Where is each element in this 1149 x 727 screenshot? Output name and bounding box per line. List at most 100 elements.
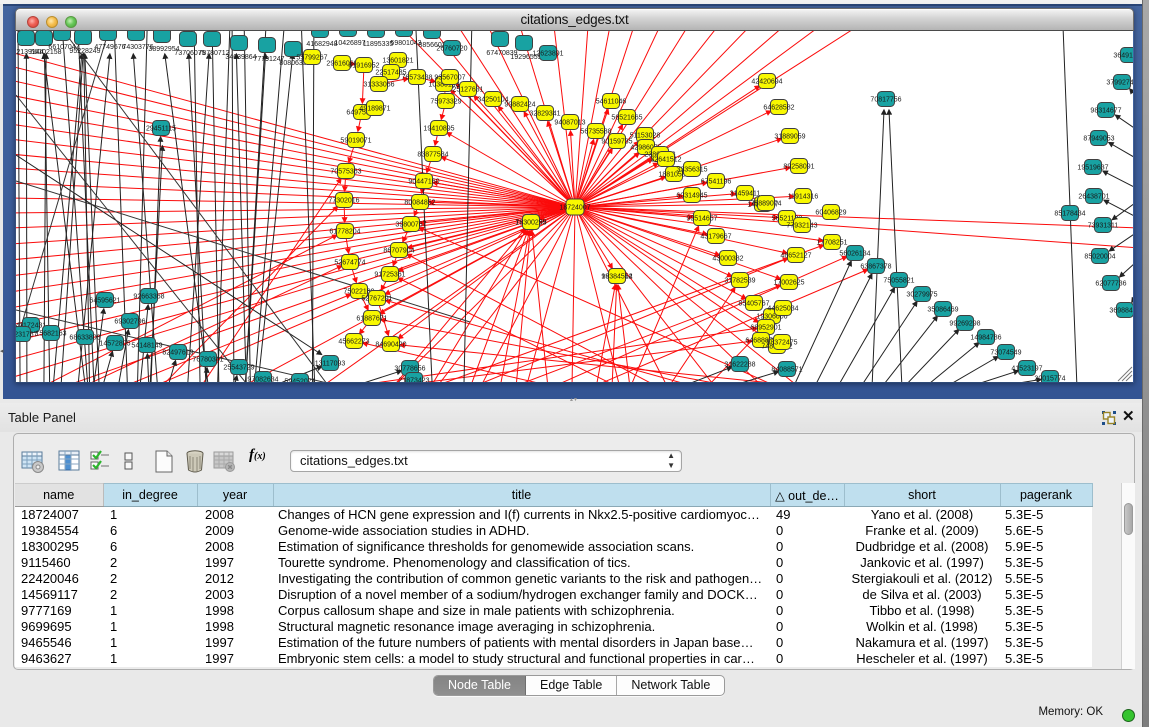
svg-text:77302016: 77302016 <box>328 198 359 205</box>
svg-text:93567007: 93567007 <box>434 75 465 82</box>
svg-text:85020004: 85020004 <box>1084 254 1115 261</box>
svg-text:68952901: 68952901 <box>750 325 781 332</box>
svg-text:52674774: 52674774 <box>334 260 365 267</box>
svg-text:43000382: 43000382 <box>712 256 743 263</box>
svg-text:55799267: 55799267 <box>296 55 327 62</box>
svg-text:29451115: 29451115 <box>146 126 176 133</box>
svg-text:20015774: 20015774 <box>1034 376 1065 383</box>
svg-text:11914316: 11914316 <box>788 194 819 201</box>
svg-text:67541196: 67541196 <box>701 179 732 186</box>
svg-text:56735588: 56735588 <box>580 129 611 136</box>
svg-text:75973329: 75973329 <box>430 99 461 106</box>
svg-text:19410895: 19410895 <box>423 126 454 133</box>
svg-text:70575363: 70575363 <box>330 169 361 176</box>
svg-text:13601821: 13601821 <box>382 58 413 65</box>
svg-text:62077736: 62077736 <box>1095 281 1126 288</box>
svg-text:91725361: 91725361 <box>374 272 405 279</box>
svg-text:17708251: 17708251 <box>816 240 847 247</box>
svg-text:34639864: 34639864 <box>225 54 256 61</box>
svg-text:10426897: 10426897 <box>334 40 365 47</box>
svg-text:19384554: 19384554 <box>601 274 632 281</box>
svg-text:11895335: 11895335 <box>363 41 394 48</box>
svg-text:51153028: 51153028 <box>630 133 661 140</box>
svg-text:60406829: 60406829 <box>815 210 846 217</box>
svg-text:90447160: 90447160 <box>408 179 439 186</box>
svg-text:63867378: 63867378 <box>860 264 891 271</box>
svg-text:30778656: 30778656 <box>394 366 425 373</box>
svg-text:99269298: 99269298 <box>949 321 980 328</box>
svg-text:64628582: 64628582 <box>763 105 794 112</box>
svg-text:59801043: 59801043 <box>390 40 421 47</box>
svg-text:18724007: 18724007 <box>559 205 590 212</box>
svg-text:31333066: 31333066 <box>363 82 394 89</box>
svg-text:54611046: 54611046 <box>596 99 627 106</box>
svg-text:70817756: 70817756 <box>870 97 901 104</box>
svg-text:15682163: 15682163 <box>35 331 66 338</box>
svg-text:61778204: 61778204 <box>329 229 360 236</box>
svg-text:77932143: 77932143 <box>786 223 817 230</box>
svg-text:90159735: 90159735 <box>601 139 632 146</box>
svg-text:80084852: 80084852 <box>404 200 435 207</box>
svg-text:21873423: 21873423 <box>398 378 429 384</box>
svg-text:54148149: 54148149 <box>131 343 162 350</box>
svg-text:26760720: 26760720 <box>436 46 467 53</box>
svg-text:32829341: 32829341 <box>529 111 560 118</box>
svg-text:12623891: 12623891 <box>532 51 563 58</box>
svg-text:76780341: 76780341 <box>192 357 223 364</box>
svg-text:69302796: 69302796 <box>114 319 145 326</box>
svg-text:18300295: 18300295 <box>515 220 546 227</box>
svg-text:85178434: 85178434 <box>1054 211 1085 218</box>
svg-text:82497619: 82497619 <box>162 350 193 357</box>
svg-text:75055821: 75055821 <box>883 278 914 285</box>
svg-text:13117093: 13117093 <box>315 361 346 368</box>
svg-text:86707904: 86707904 <box>383 248 414 255</box>
svg-text:47749676: 47749676 <box>94 44 125 51</box>
svg-text:61887671: 61887671 <box>356 316 387 323</box>
svg-text:98314677: 98314677 <box>1090 108 1121 115</box>
svg-text:81916952: 81916952 <box>348 63 379 70</box>
svg-text:84690420: 84690420 <box>375 342 406 349</box>
svg-text:31889059: 31889059 <box>774 134 805 141</box>
svg-text:43179667: 43179667 <box>700 234 731 241</box>
svg-text:25127631: 25127631 <box>452 87 483 94</box>
svg-text:60314945: 60314945 <box>676 193 707 200</box>
svg-text:59452071: 59452071 <box>284 379 315 384</box>
svg-text:52767291: 52767291 <box>361 296 392 303</box>
svg-text:49189871: 49189871 <box>359 106 390 113</box>
svg-text:17002625: 17002625 <box>773 280 804 287</box>
svg-text:41523197: 41523197 <box>1011 366 1042 373</box>
svg-text:64595621: 64595621 <box>89 298 120 305</box>
svg-text:19519637: 19519637 <box>1077 165 1108 172</box>
svg-text:41682948: 41682948 <box>306 41 337 48</box>
svg-text:73074549: 73074549 <box>990 350 1021 357</box>
svg-text:87949053: 87949053 <box>1083 136 1114 143</box>
svg-text:35086469: 35086469 <box>927 307 958 314</box>
svg-text:36491545: 36491545 <box>1113 53 1133 60</box>
svg-text:76573438: 76573438 <box>401 75 432 82</box>
svg-text:98372475: 98372475 <box>766 340 797 347</box>
svg-text:30279975: 30279975 <box>906 292 937 299</box>
svg-text:75889074: 75889074 <box>750 201 781 208</box>
svg-text:31622288: 31622288 <box>724 362 755 369</box>
svg-text:56026134: 56026134 <box>839 251 870 258</box>
svg-text:99882424: 99882424 <box>504 102 535 109</box>
svg-text:92663368: 92663368 <box>133 294 164 301</box>
svg-text:33356315: 33356315 <box>676 167 707 174</box>
svg-text:39800767: 39800767 <box>395 222 426 229</box>
svg-text:45662273: 45662273 <box>338 339 369 346</box>
svg-text:14984786: 14984786 <box>970 335 1001 342</box>
svg-text:59019071: 59019071 <box>340 138 371 145</box>
svg-text:31782539: 31782539 <box>724 278 755 285</box>
svg-text:14572805: 14572805 <box>99 341 130 348</box>
svg-text:48652127: 48652127 <box>780 253 811 260</box>
svg-text:44625034: 44625034 <box>767 306 798 313</box>
svg-text:83877584: 83877584 <box>417 152 448 159</box>
svg-text:42420694: 42420694 <box>751 79 782 86</box>
svg-text:56521665: 56521665 <box>611 115 642 122</box>
svg-text:73931311: 73931311 <box>1088 223 1119 230</box>
svg-text:32641512: 32641512 <box>650 157 681 164</box>
svg-text:37992746: 37992746 <box>1106 80 1133 87</box>
svg-text:97082634: 97082634 <box>247 377 278 384</box>
svg-text:68633808: 68633808 <box>69 335 100 342</box>
svg-text:99514657: 99514657 <box>686 216 717 223</box>
